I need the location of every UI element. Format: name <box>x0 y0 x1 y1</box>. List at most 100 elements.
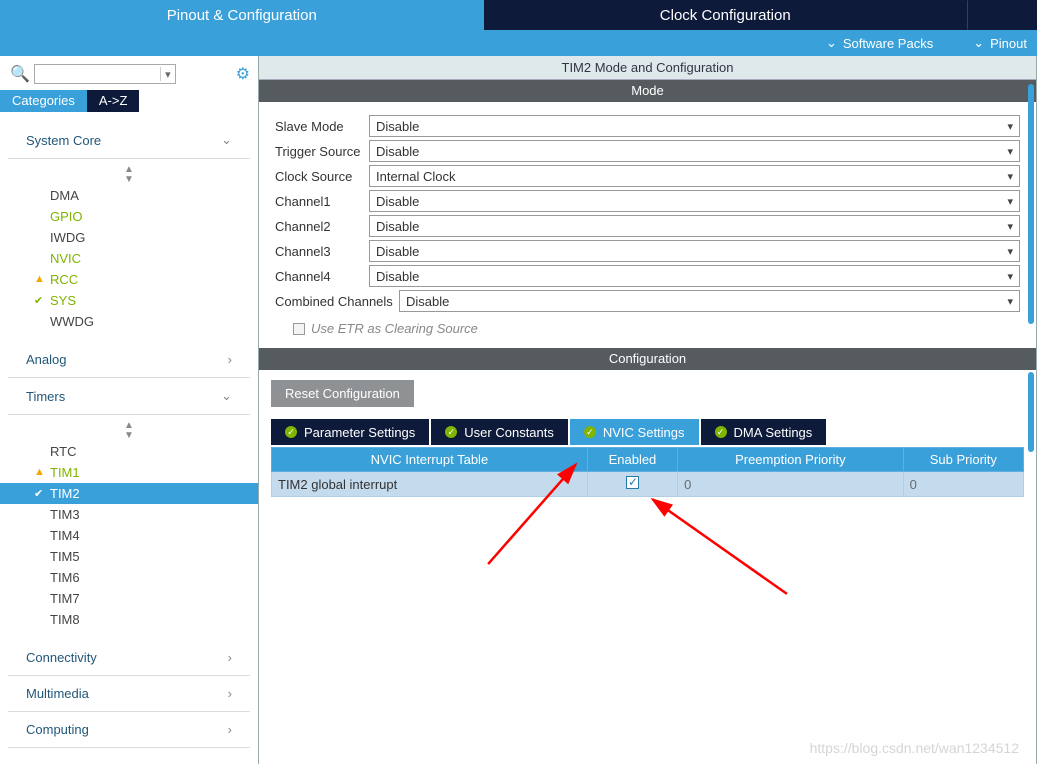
col-preemption[interactable]: Preemption Priority <box>678 448 904 472</box>
sort-icon[interactable]: ▲▼ <box>0 165 258 185</box>
channel3-label: Channel3 <box>275 244 369 259</box>
chevron-down-icon: ▾ <box>165 68 171 81</box>
sub-toolbar: ⌄ Software Packs ⌄ Pinout <box>0 30 1037 56</box>
check-icon: ✓ <box>584 426 596 438</box>
preemption-cell[interactable]: 0 <box>678 472 904 497</box>
chevron-down-icon: ▾ <box>1007 245 1013 258</box>
sidebar-item-iwdg[interactable]: IWDG <box>0 227 258 248</box>
sidebar-item-tim3[interactable]: TIM3 <box>0 504 258 525</box>
etr-checkbox <box>293 323 305 335</box>
sidebar-item-rtc[interactable]: RTC <box>0 441 258 462</box>
tab-dma-settings[interactable]: ✓DMA Settings <box>701 419 827 445</box>
interrupt-name-cell: TIM2 global interrupt <box>272 472 588 497</box>
chevron-down-icon: ▾ <box>1007 220 1013 233</box>
section-label: System Core <box>26 133 101 148</box>
tab-user-constants[interactable]: ✓User Constants <box>431 419 568 445</box>
sidebar-item-wwdg[interactable]: WWDG <box>0 311 258 332</box>
chevron-down-icon: ⌄ <box>221 388 232 404</box>
configuration-panel-header: Configuration <box>259 348 1036 370</box>
channel4-label: Channel4 <box>275 269 369 284</box>
chevron-down-icon: ⌄ <box>826 35 837 51</box>
chevron-down-icon: ⌄ <box>973 35 984 51</box>
combined-channels-label: Combined Channels <box>275 294 399 309</box>
section-label: Connectivity <box>26 650 97 665</box>
chevron-down-icon: ▾ <box>1007 270 1013 283</box>
chevron-down-icon: ▾ <box>1007 145 1013 158</box>
tab-overflow[interactable] <box>967 0 1037 30</box>
channel1-label: Channel1 <box>275 194 369 209</box>
sidebar-item-tim5[interactable]: TIM5 <box>0 546 258 567</box>
col-enabled[interactable]: Enabled <box>587 448 677 472</box>
section-connectivity[interactable]: Connectivity › <box>8 640 250 676</box>
warning-icon: ▲ <box>34 466 45 478</box>
slave-mode-select[interactable]: Disable▾ <box>369 115 1020 137</box>
check-icon: ✔ <box>34 487 43 500</box>
channel4-select[interactable]: Disable▾ <box>369 265 1020 287</box>
enabled-cell[interactable] <box>587 472 677 497</box>
check-icon: ✓ <box>445 426 457 438</box>
sidebar-item-gpio[interactable]: GPIO <box>0 206 258 227</box>
software-packs-label: Software Packs <box>843 36 933 51</box>
checkbox-checked-icon[interactable] <box>626 476 639 489</box>
sidebar-item-tim4[interactable]: TIM4 <box>0 525 258 546</box>
section-label: Timers <box>26 389 65 404</box>
etr-checkbox-row: Use ETR as Clearing Source <box>275 315 1020 336</box>
chevron-down-icon: ▾ <box>1007 170 1013 183</box>
section-timers[interactable]: Timers ⌄ <box>8 378 250 415</box>
section-computing[interactable]: Computing › <box>8 712 250 748</box>
sidebar: 🔍 ▾ ⚙ Categories A->Z System Core ⌄ ▲▼ D… <box>0 56 258 764</box>
software-packs-menu[interactable]: ⌄ Software Packs <box>826 35 933 51</box>
section-multimedia[interactable]: Multimedia › <box>8 676 250 712</box>
section-label: Analog <box>26 352 66 367</box>
tab-clock-configuration[interactable]: Clock Configuration <box>484 0 968 30</box>
section-label: Multimedia <box>26 686 89 701</box>
sidebar-item-tim6[interactable]: TIM6 <box>0 567 258 588</box>
sidebar-item-tim1[interactable]: ▲TIM1 <box>0 462 258 483</box>
search-input[interactable]: ▾ <box>34 64 176 84</box>
combined-channels-select[interactable]: Disable▾ <box>399 290 1020 312</box>
slave-mode-label: Slave Mode <box>275 119 369 134</box>
sidebar-item-tim7[interactable]: TIM7 <box>0 588 258 609</box>
sidebar-item-tim8[interactable]: TIM8 <box>0 609 258 630</box>
tab-az[interactable]: A->Z <box>87 90 140 112</box>
trigger-source-label: Trigger Source <box>275 144 369 159</box>
col-interrupt-name[interactable]: NVIC Interrupt Table <box>272 448 588 472</box>
section-analog[interactable]: Analog › <box>8 342 250 378</box>
sidebar-item-dma[interactable]: DMA <box>0 185 258 206</box>
subpriority-cell[interactable]: 0 <box>903 472 1023 497</box>
watermark: https://blog.csdn.net/wan1234512 <box>810 740 1019 756</box>
pinout-menu-label: Pinout <box>990 36 1027 51</box>
gear-icon[interactable]: ⚙ <box>236 64 250 84</box>
check-icon: ✓ <box>285 426 297 438</box>
chevron-down-icon: ⌄ <box>221 132 232 148</box>
check-icon: ✓ <box>715 426 727 438</box>
chevron-down-icon: ▾ <box>1007 295 1013 308</box>
sort-icon[interactable]: ▲▼ <box>0 421 258 441</box>
search-icon: 🔍 <box>10 64 30 84</box>
tab-parameter-settings[interactable]: ✓Parameter Settings <box>271 419 429 445</box>
channel1-select[interactable]: Disable▾ <box>369 190 1020 212</box>
scrollbar[interactable] <box>1028 372 1034 452</box>
scrollbar[interactable] <box>1028 84 1034 324</box>
sidebar-item-tim2[interactable]: ✔TIM2 <box>0 483 258 504</box>
sidebar-item-sys[interactable]: ✔SYS <box>0 290 258 311</box>
section-system-core[interactable]: System Core ⌄ <box>8 122 250 159</box>
channel3-select[interactable]: Disable▾ <box>369 240 1020 262</box>
tab-pinout-configuration[interactable]: Pinout & Configuration <box>0 0 484 30</box>
nvic-interrupt-table: NVIC Interrupt Table Enabled Preemption … <box>271 447 1024 497</box>
tab-nvic-settings[interactable]: ✓NVIC Settings <box>570 419 699 445</box>
chevron-down-icon: ▾ <box>1007 195 1013 208</box>
pinout-menu[interactable]: ⌄ Pinout <box>973 35 1027 51</box>
channel2-label: Channel2 <box>275 219 369 234</box>
channel2-select[interactable]: Disable▾ <box>369 215 1020 237</box>
clock-source-select[interactable]: Internal Clock▾ <box>369 165 1020 187</box>
tab-categories[interactable]: Categories <box>0 90 87 112</box>
sidebar-item-nvic[interactable]: NVIC <box>0 248 258 269</box>
table-row[interactable]: TIM2 global interrupt 0 0 <box>272 472 1024 497</box>
col-sub-priority[interactable]: Sub Priority <box>903 448 1023 472</box>
section-label: Computing <box>26 722 89 737</box>
reset-configuration-button[interactable]: Reset Configuration <box>271 380 414 407</box>
mode-panel-header: Mode <box>259 80 1036 102</box>
sidebar-item-rcc[interactable]: ▲RCC <box>0 269 258 290</box>
trigger-source-select[interactable]: Disable▾ <box>369 140 1020 162</box>
